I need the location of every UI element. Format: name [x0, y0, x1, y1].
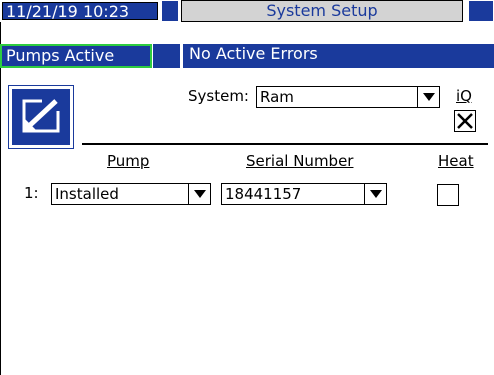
status-indicator-block — [152, 44, 180, 68]
pumps-status: Pumps Active — [0, 44, 152, 68]
pump-select[interactable]: Installed — [51, 183, 211, 205]
column-header-serial-number: Serial Number — [246, 152, 354, 170]
errors-status: No Active Errors — [180, 44, 494, 68]
edit-icon — [22, 97, 62, 133]
datetime-display: 11/21/19 10:23 — [0, 0, 160, 22]
edit-button[interactable] — [9, 86, 73, 148]
iq-label: iQ — [456, 87, 472, 105]
header-status-block-right — [468, 0, 494, 22]
header-status-block — [161, 0, 179, 22]
row-index: 1: — [24, 184, 39, 202]
system-select-value: Ram — [260, 88, 294, 106]
screen-title: System Setup — [181, 0, 463, 22]
system-select[interactable]: Ram — [256, 86, 440, 108]
dropdown-arrow-icon[interactable] — [417, 87, 439, 107]
dropdown-arrow-icon[interactable] — [364, 184, 386, 204]
section-divider — [82, 143, 488, 145]
pump-select-value: Installed — [55, 185, 119, 203]
dropdown-arrow-icon[interactable] — [188, 184, 210, 204]
iq-checkbox[interactable] — [454, 110, 476, 132]
system-label: System: — [188, 87, 249, 105]
checkbox-checked-icon — [457, 113, 473, 129]
column-header-pump: Pump — [107, 152, 150, 170]
serial-number-value: 18441157 — [225, 185, 302, 203]
serial-number-select[interactable]: 18441157 — [221, 183, 387, 205]
heat-checkbox[interactable] — [437, 184, 459, 206]
column-header-heat: Heat — [438, 152, 474, 170]
